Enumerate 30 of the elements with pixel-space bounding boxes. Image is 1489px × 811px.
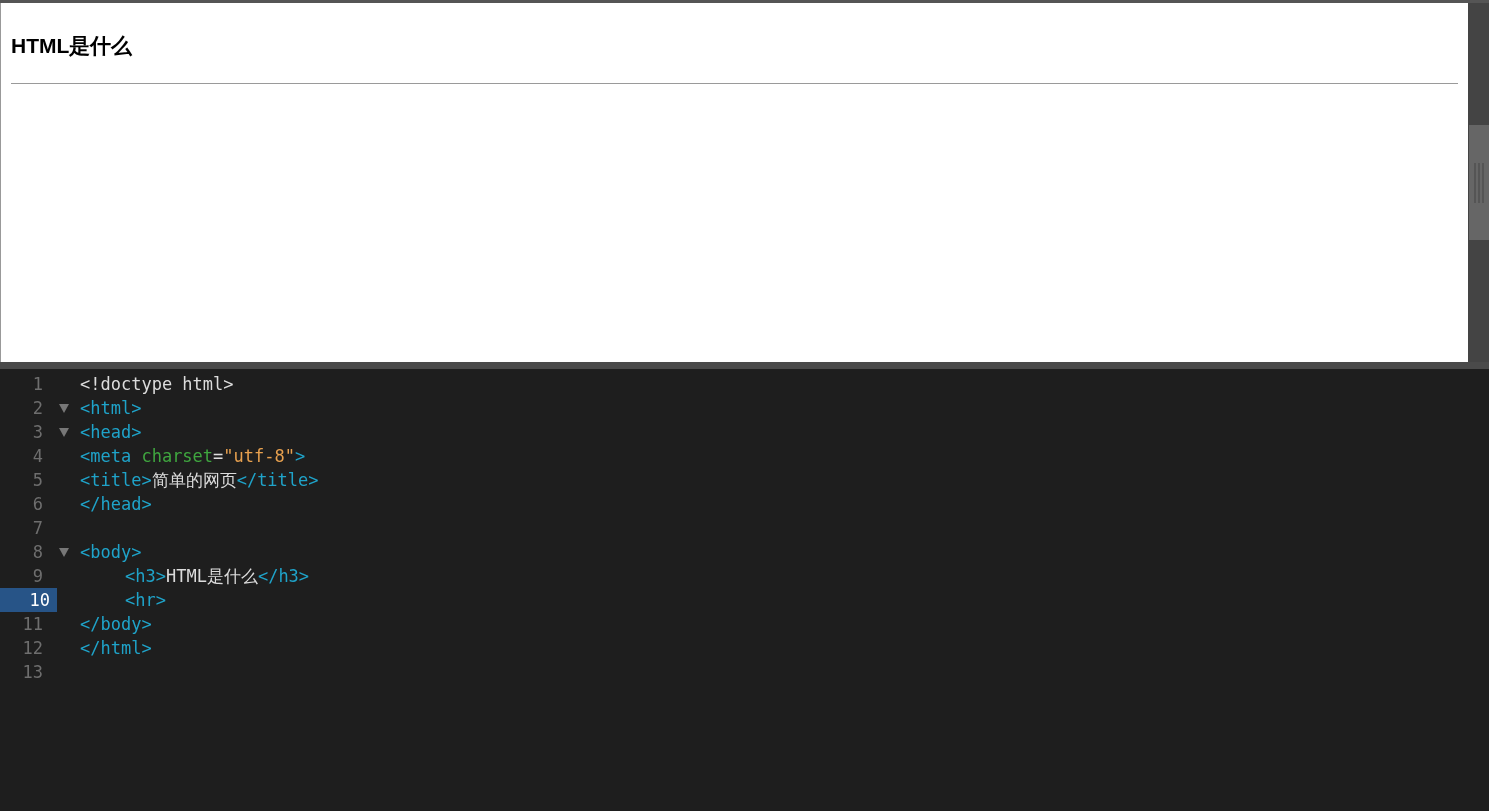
page-heading: HTML是什么 [11,33,134,59]
code-line: </body> [80,613,152,636]
code-line: <hr> [125,589,166,612]
code-line: <title>简单的网页</title> [80,469,319,492]
scrollbar-thumb[interactable] [1469,125,1489,240]
line-number: 4 [31,445,44,468]
code-line: <h3>HTML是什么</h3> [125,565,310,588]
line-number: 7 [31,517,44,540]
line-number: 2 [31,397,44,420]
line-number: 9 [31,565,44,588]
code-line: </head> [80,493,152,516]
code-line: <meta charset="utf-8"> [80,445,306,468]
line-number: 5 [31,469,44,492]
code-line: <head> [80,421,142,444]
line-number: 13 [21,661,44,684]
fold-triangle-icon[interactable] [59,547,69,557]
line-number: 8 [31,541,44,564]
line-number: 10 [0,588,57,612]
scrollbar[interactable] [1468,3,1489,362]
line-number: 6 [31,493,44,516]
code-line: <!doctype html> [80,373,234,396]
line-number: 11 [21,613,44,636]
line-number: 1 [31,373,44,396]
fold-triangle-icon[interactable] [59,427,69,437]
line-number: 3 [31,421,44,444]
code-line: <body> [80,541,142,564]
code-line: </html> [80,637,152,660]
fold-triangle-icon[interactable] [59,403,69,413]
line-number: 12 [21,637,44,660]
code-line: <html> [80,397,142,420]
